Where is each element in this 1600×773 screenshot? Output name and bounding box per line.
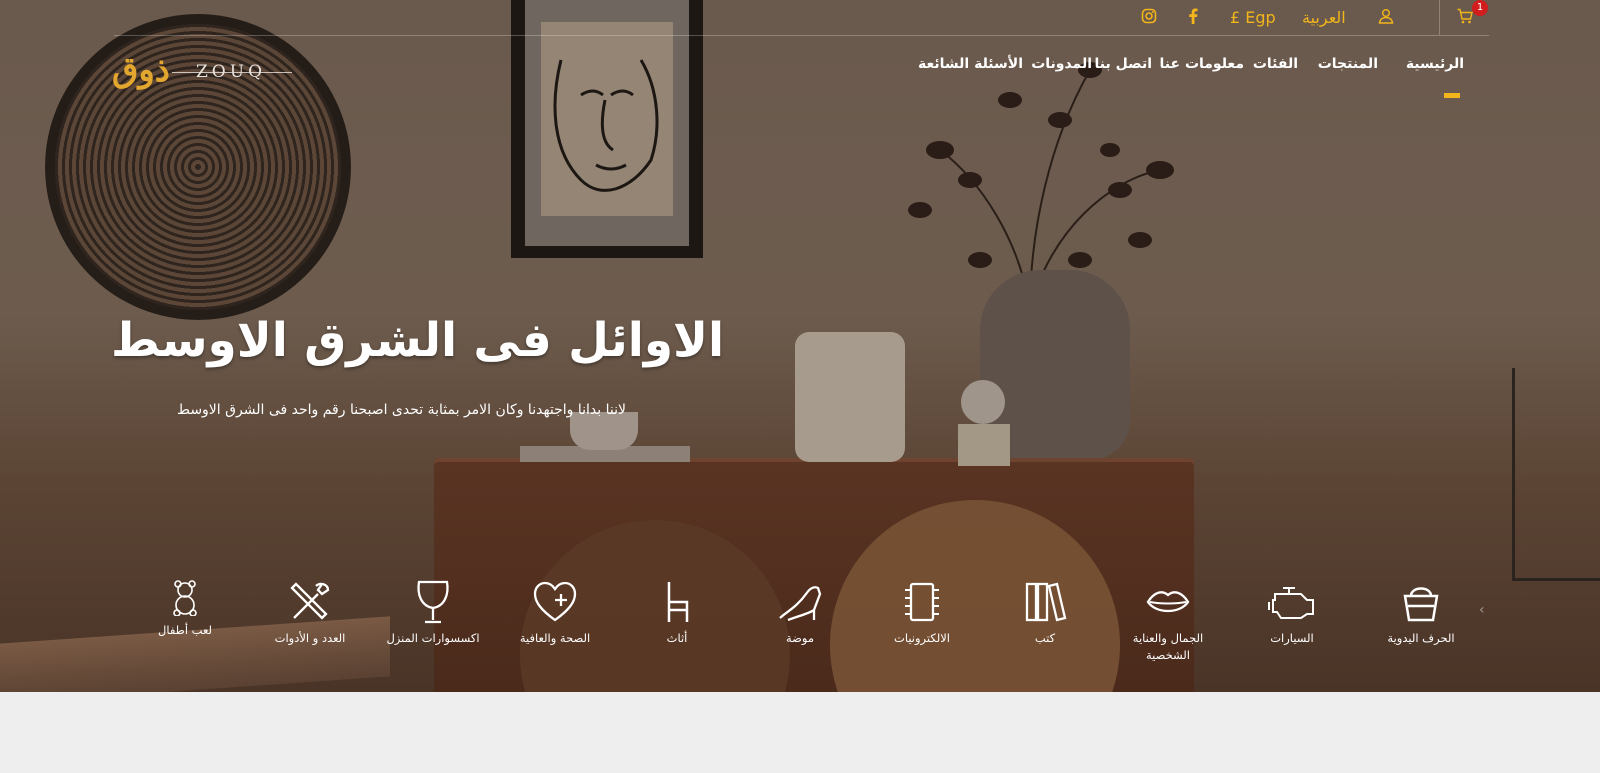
category-books[interactable]: كتب xyxy=(990,580,1100,647)
books-icon xyxy=(1025,582,1067,622)
nav-home[interactable]: الرئيسية xyxy=(1406,56,1464,72)
hero-banner: £ Egp العربية 1 ذوق ZOUQ الرئيسية المنتج… xyxy=(0,0,1600,692)
category-label: الصحة والعافية xyxy=(519,631,591,645)
category-label: العدد و الأدوات xyxy=(274,631,346,645)
nav-about[interactable]: معلومات عنا xyxy=(1160,56,1244,72)
cart-count-badge: 1 xyxy=(1472,0,1488,16)
engine-icon xyxy=(1268,587,1314,619)
nav-active-indicator xyxy=(1444,93,1460,98)
category-handicrafts[interactable]: الحرف اليدوية xyxy=(1366,580,1476,647)
category-fashion[interactable]: موضة xyxy=(745,580,855,647)
category-label: الالكترونيات xyxy=(894,631,950,645)
category-health[interactable]: الصحة والعافية xyxy=(500,580,610,647)
nav-contact[interactable]: اتصل بنا xyxy=(1095,56,1152,72)
chair-icon xyxy=(667,582,689,622)
chip-icon xyxy=(905,582,939,622)
chevron-left-icon[interactable]: ‹ xyxy=(1479,602,1485,618)
category-label: أثاث xyxy=(666,631,688,645)
category-label: لعب أطفال xyxy=(157,623,213,637)
nav-blogs[interactable]: المدونات xyxy=(1031,56,1092,72)
nav-faq[interactable]: الأسئلة الشائعة xyxy=(918,56,1023,72)
instagram-icon[interactable] xyxy=(1141,8,1157,28)
category-label: موضة xyxy=(785,631,815,645)
orb-decor xyxy=(961,380,1005,424)
category-tools[interactable]: العدد و الأدوات xyxy=(255,580,365,647)
teddy-icon xyxy=(173,580,197,616)
nav-products[interactable]: المنتجات xyxy=(1318,56,1378,72)
heel-icon xyxy=(779,586,822,622)
currency-selector[interactable]: £ Egp xyxy=(1230,8,1276,27)
user-icon[interactable] xyxy=(1378,8,1394,28)
category-label: اكسسوارات المنزل xyxy=(386,631,480,645)
language-selector[interactable]: العربية xyxy=(1302,8,1346,27)
category-electronics[interactable]: الالكترونيات xyxy=(867,580,977,647)
top-utility-bar: £ Egp العربية 1 xyxy=(114,0,1489,36)
lips-icon xyxy=(1146,591,1190,613)
category-home-accessories[interactable]: اكسسوارات المنزل xyxy=(378,580,488,647)
hero-headline: الاوائل فى الشرق الاوسط xyxy=(111,313,725,368)
main-nav: الرئيسية المنتجات الفئات معلومات عنا اتص… xyxy=(0,56,1600,80)
category-label: السيارات xyxy=(1270,631,1314,645)
category-label: الحرف اليدوية xyxy=(1387,631,1455,645)
wall-art-frame xyxy=(511,0,703,258)
cart-button[interactable]: 1 xyxy=(1439,0,1490,35)
tools-icon xyxy=(290,582,330,620)
sculpture-decor xyxy=(795,332,905,462)
glass-icon xyxy=(417,580,449,624)
category-strip: ‹ الحرف اليدوية السيارات الجمال والعناية… xyxy=(0,580,1600,670)
facebook-icon[interactable] xyxy=(1188,8,1198,28)
category-label: الجمال والعناية الشخصية xyxy=(1132,631,1204,663)
magazine-rack-decor xyxy=(1512,368,1600,581)
hero-subtitle: لاننا بدانا واجتهدنا وكان الامر بمثابة ت… xyxy=(177,402,626,418)
basket-icon xyxy=(1403,587,1439,622)
page-footer-area xyxy=(0,692,1600,773)
category-furniture[interactable]: أثاث xyxy=(622,580,732,647)
category-label: كتب xyxy=(1034,631,1056,645)
category-beauty[interactable]: الجمال والعناية الشخصية xyxy=(1113,580,1223,665)
category-cars[interactable]: السيارات xyxy=(1237,580,1347,647)
nav-categories[interactable]: الفئات xyxy=(1253,56,1298,72)
heart-plus-icon xyxy=(533,581,577,622)
cube-decor xyxy=(958,424,1010,466)
category-toys[interactable]: لعب أطفال xyxy=(130,580,240,639)
cart-icon xyxy=(1457,8,1473,28)
